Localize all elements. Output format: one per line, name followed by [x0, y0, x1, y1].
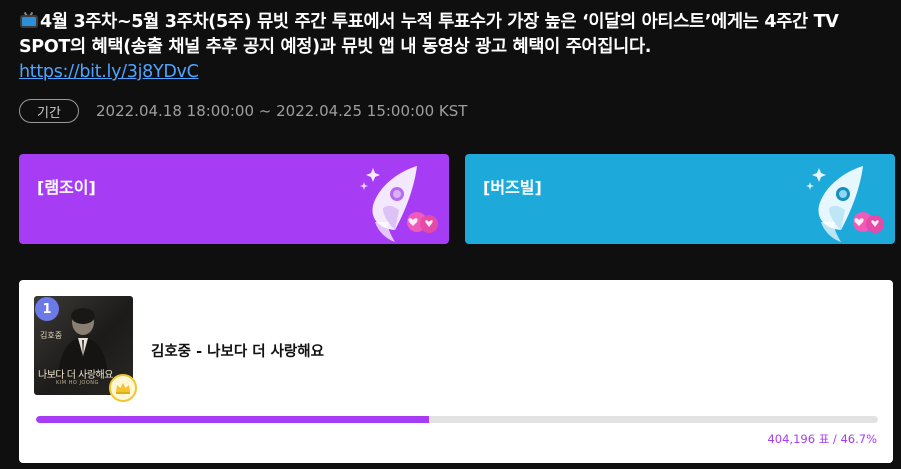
tv-icon	[19, 11, 39, 28]
rocket-hearts-icon	[360, 166, 438, 242]
period-row: 기간 2022.04.18 18:00:00 ~ 2022.04.25 15:0…	[19, 99, 467, 123]
vote-card-buzzvil[interactable]: [버즈빌]	[465, 154, 895, 244]
cover-artist-text: 김호중	[40, 331, 63, 340]
description-text: 4월 3주차~5월 3주차(5주) 뮤빗 주간 투표에서 누적 투표수가 가장 …	[19, 12, 839, 57]
vote-progress-bar	[36, 416, 878, 423]
vote-stats: 404,196 표 / 46.7%	[767, 432, 877, 446]
period-chip: 기간	[19, 99, 79, 123]
vote-card-label: [램조이]	[37, 178, 96, 197]
rocket-hearts-icon	[806, 166, 884, 242]
vote-card-label: [버즈빌]	[483, 178, 542, 197]
cover-title-text: 나보다 더 사랑해요	[38, 370, 113, 381]
period-dates: 2022.04.18 18:00:00 ~ 2022.04.25 15:00:0…	[96, 102, 468, 120]
rank-badge: 1	[35, 297, 59, 321]
vote-card-ramjoy[interactable]: [램조이]	[19, 154, 449, 244]
cover-sub-text: KIM HO JOONG	[56, 380, 99, 386]
campaign-description: 4월 3주차~5월 3주차(5주) 뮤빗 주간 투표에서 누적 투표수가 가장 …	[19, 10, 889, 85]
ranking-panel: 김호중 나보다 더 사랑해요 KIM HO JOONG 1 김호중 - 나보다 …	[19, 280, 893, 463]
crown-icon	[109, 374, 137, 402]
campaign-link[interactable]: https://bit.ly/3j8YDvC	[19, 60, 889, 85]
vote-progress-fill	[36, 416, 430, 423]
song-title: 김호중 - 나보다 더 사랑해요	[151, 344, 324, 360]
